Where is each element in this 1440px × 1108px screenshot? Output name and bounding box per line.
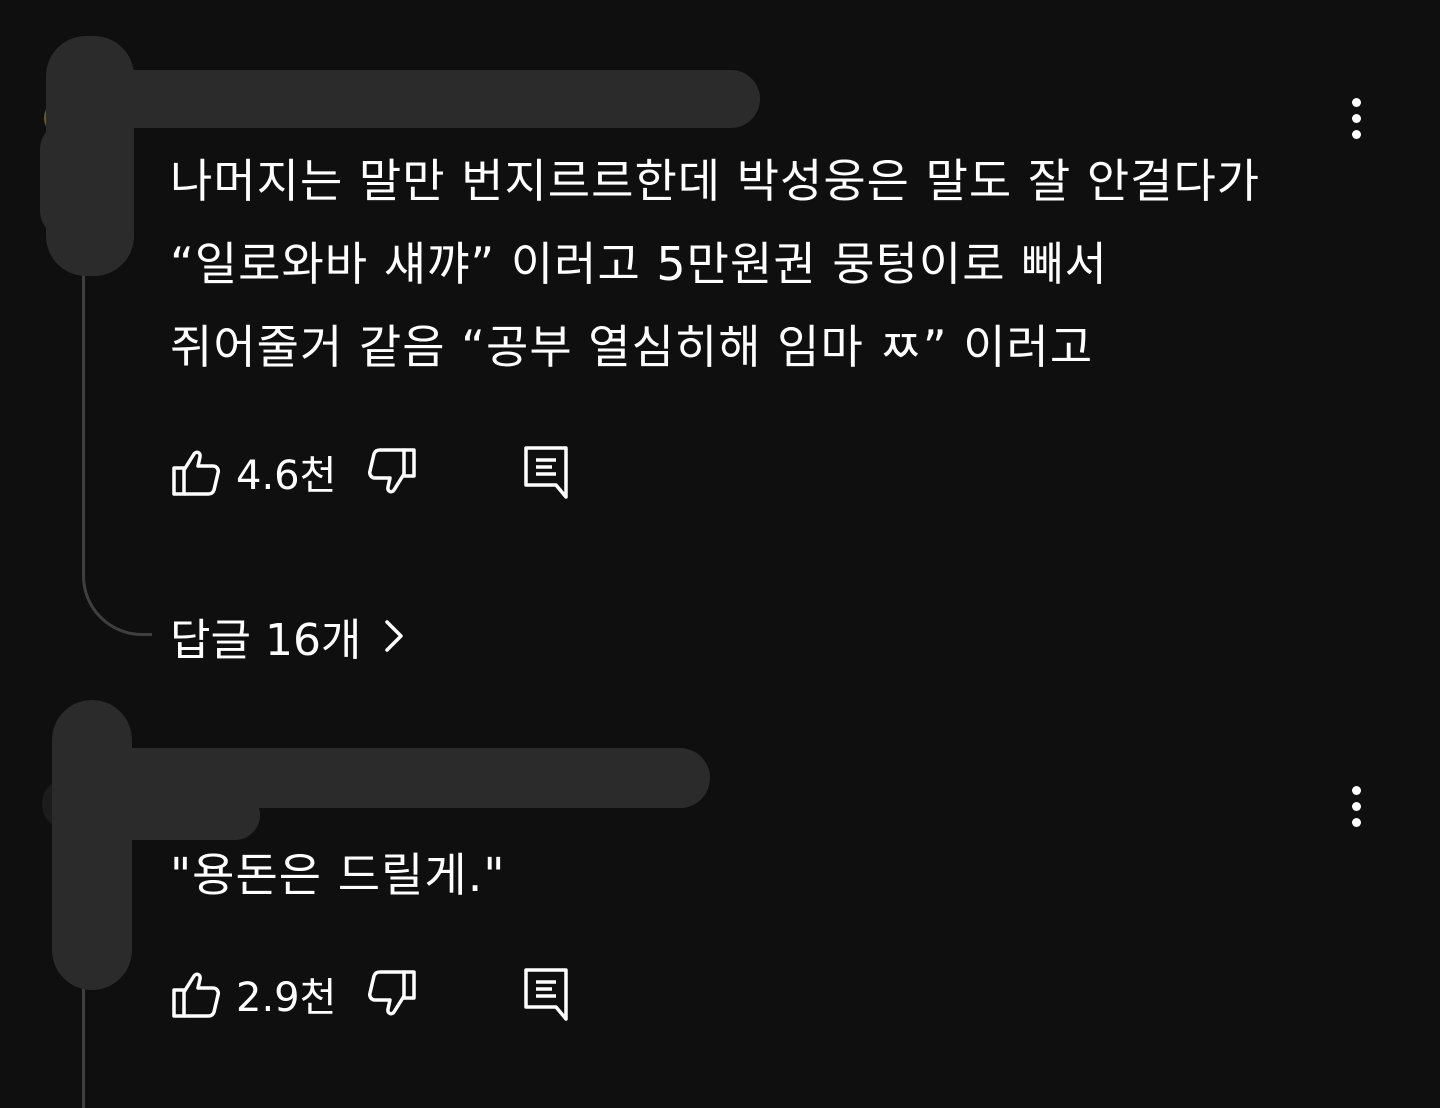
- dislike-button[interactable]: [366, 444, 418, 500]
- redaction-mark: [60, 70, 760, 128]
- more-vertical-icon: [1351, 785, 1361, 795]
- chevron-right-icon: [383, 618, 405, 654]
- more-options-button[interactable]: [1336, 90, 1376, 146]
- reply-comment-icon: [524, 968, 569, 1021]
- comment-actions: 2.9천: [170, 964, 572, 1024]
- reply-button[interactable]: [520, 444, 572, 500]
- comments-page: 나머지는 말만 번지르르한데 박성웅은 말도 잘 안걸다가 “일로와바 섀꺄” …: [0, 0, 1440, 1108]
- thumbs-down-icon: [368, 448, 417, 494]
- dislike-button[interactable]: [366, 966, 418, 1022]
- redaction-mark: [100, 790, 260, 840]
- thumbs-up-icon: [172, 972, 220, 1018]
- reply-comment-icon: [524, 446, 569, 499]
- comment-line: 나머지는 말만 번지르르한데 박성웅은 말도 잘 안걸다가: [170, 154, 1261, 208]
- more-options-button[interactable]: [1336, 778, 1376, 834]
- redaction-mark: [40, 120, 130, 240]
- comment-line: 쥐어줄거 같음 “공부 열심히해 임마 ㅉ” 이러고: [170, 320, 1094, 374]
- thread-curve: [82, 520, 152, 636]
- like-count: 4.6천: [236, 453, 337, 499]
- more-vertical-icon-dot: [1351, 817, 1361, 827]
- more-vertical-icon-dot: [1351, 113, 1361, 123]
- thumbs-down-icon: [368, 970, 417, 1016]
- like-count: 2.9천: [236, 975, 337, 1021]
- reply-button[interactable]: [520, 966, 572, 1022]
- comment-line: “일로와바 섀꺄” 이러고 5만원권 뭉텅이로 빼서: [170, 237, 1108, 291]
- redaction-mark: [52, 700, 132, 990]
- comment-text: 나머지는 말만 번지르르한데 박성웅은 말도 잘 안걸다가 “일로와바 섀꺄” …: [170, 140, 1260, 389]
- more-vertical-icon-dot: [1351, 129, 1361, 139]
- more-vertical-icon: [1351, 97, 1361, 107]
- view-replies-button[interactable]: 답글 16개: [170, 604, 405, 668]
- more-vertical-icon-dot: [1351, 801, 1361, 811]
- comment-text: "용돈은 드릴게.": [170, 834, 505, 917]
- comment-line: "용돈은 드릴게.": [170, 848, 506, 902]
- like-button[interactable]: [170, 966, 222, 1022]
- replies-label: 답글 16개: [170, 615, 362, 666]
- like-button[interactable]: [170, 444, 222, 500]
- thumbs-up-icon: [172, 450, 220, 496]
- comment-actions: 4.6천: [170, 442, 572, 502]
